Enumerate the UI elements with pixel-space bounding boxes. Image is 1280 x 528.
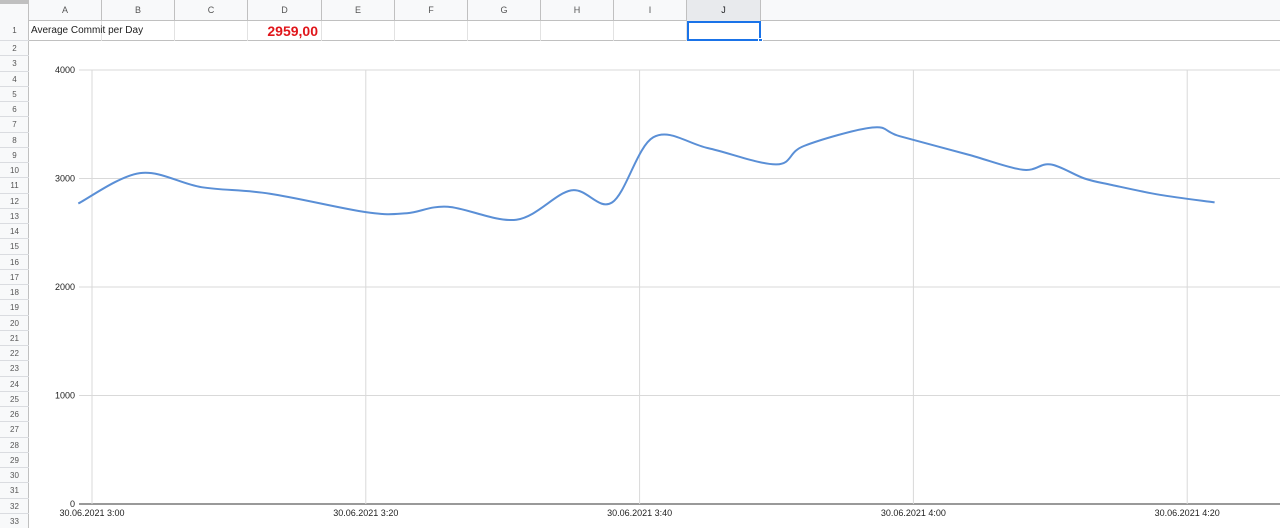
cell-a1[interactable]: Average Commit per Day: [29, 21, 143, 41]
column-header-g[interactable]: G: [468, 0, 541, 21]
row-header-26[interactable]: 26: [0, 407, 29, 423]
column-header-b[interactable]: B: [102, 0, 175, 21]
select-all-corner[interactable]: [0, 0, 29, 21]
row-header-27[interactable]: 27: [0, 422, 29, 438]
cell-f1[interactable]: [395, 21, 468, 41]
row-header-7[interactable]: 7: [0, 117, 29, 133]
row-header-2[interactable]: 2: [0, 41, 29, 57]
row-header-3[interactable]: 3: [0, 56, 29, 72]
cell-h1[interactable]: [541, 21, 614, 41]
column-header-a[interactable]: A: [29, 0, 102, 21]
row-header-13[interactable]: 13: [0, 209, 29, 224]
cell-i1[interactable]: [614, 21, 687, 41]
x-tick-label-1: 30.06.2021 3:20: [333, 508, 398, 518]
column-header-e[interactable]: E: [322, 0, 395, 21]
row-header-18[interactable]: 18: [0, 285, 29, 301]
column-header-h[interactable]: H: [541, 0, 614, 21]
row-header-16[interactable]: 16: [0, 255, 29, 270]
row-header-19[interactable]: 19: [0, 300, 29, 316]
row-header-20[interactable]: 20: [0, 316, 29, 331]
cell-d1[interactable]: 2959,00: [248, 21, 322, 41]
row-header-9[interactable]: 9: [0, 148, 29, 163]
y-tick-label-1000: 1000: [55, 391, 75, 401]
row-header-25[interactable]: 25: [0, 392, 29, 407]
column-header-d[interactable]: D: [248, 0, 322, 21]
y-tick-label-3000: 3000: [55, 174, 75, 184]
x-tick-label-0: 30.06.2021 3:00: [59, 508, 124, 518]
cell-c1[interactable]: [175, 21, 248, 41]
series-line-0: [77, 126, 1215, 222]
column-header-bar: ABCDEFGHIJ: [0, 0, 1280, 21]
cell-g1[interactable]: [468, 21, 541, 41]
row-header-30[interactable]: 30: [0, 468, 29, 484]
row-header-bar: 1 2 3 4 5 6 7 8 9 10 11 12 13 14 15 16 17 18 19 20 21 22 23 24 2…: [0, 21, 29, 528]
row-header-17[interactable]: 17: [0, 270, 29, 285]
row-1: Average Commit per Day 2959,00: [29, 21, 1280, 43]
row-header-31[interactable]: 31: [0, 483, 29, 499]
row-header-4[interactable]: 4: [0, 72, 29, 87]
spreadsheet: ABCDEFGHIJ 1 2 3 4 5 6 7 8 9 10 11 12 13 14 15 16 17 18 19…: [0, 0, 1280, 528]
row-header-5[interactable]: 5: [0, 87, 29, 102]
chart-canvas: 0100020003000400030.06.2021 3:00 30.06.20…: [55, 65, 1280, 518]
x-tick-label-3: 30.06.2021 4:00: [881, 508, 946, 518]
row-header-6[interactable]: 6: [0, 102, 29, 118]
row-header-10[interactable]: 10: [0, 163, 29, 179]
x-tick-label-2: 30.06.2021 3:40: [607, 508, 672, 518]
column-header-j[interactable]: J: [687, 0, 761, 21]
corner-bar: [0, 0, 29, 4]
cell-j1-selected[interactable]: [687, 21, 763, 43]
row-header-28[interactable]: 28: [0, 438, 29, 453]
row-header-14[interactable]: 14: [0, 224, 29, 240]
column-header-i[interactable]: I: [614, 0, 687, 21]
cell-b1[interactable]: [102, 21, 175, 41]
row-header-21[interactable]: 21: [0, 331, 29, 346]
row-header-1[interactable]: 1: [0, 21, 29, 41]
x-tick-label-4: 30.06.2021 4:20: [1155, 508, 1220, 518]
column-header-f[interactable]: F: [395, 0, 468, 21]
row-header-15[interactable]: 15: [0, 239, 29, 255]
row-header-8[interactable]: 8: [0, 133, 29, 148]
row-header-32[interactable]: 32: [0, 499, 29, 514]
row-header-23[interactable]: 23: [0, 361, 29, 377]
row-header-22[interactable]: 22: [0, 346, 29, 362]
row-header-12[interactable]: 12: [0, 194, 29, 209]
y-tick-label-2000: 2000: [55, 282, 75, 292]
row-header-11[interactable]: 11: [0, 178, 29, 194]
row-header-29[interactable]: 29: [0, 453, 29, 468]
line-chart[interactable]: 0 1000 2000 3000 4000 30.06.2021 3:00 30.06.20…: [29, 41, 1280, 528]
column-header-c[interactable]: C: [175, 0, 248, 21]
cell-e1[interactable]: [322, 21, 395, 41]
row-header-33[interactable]: 33: [0, 514, 29, 528]
y-tick-label-4000: 4000: [55, 65, 75, 75]
row-header-24[interactable]: 24: [0, 377, 29, 392]
